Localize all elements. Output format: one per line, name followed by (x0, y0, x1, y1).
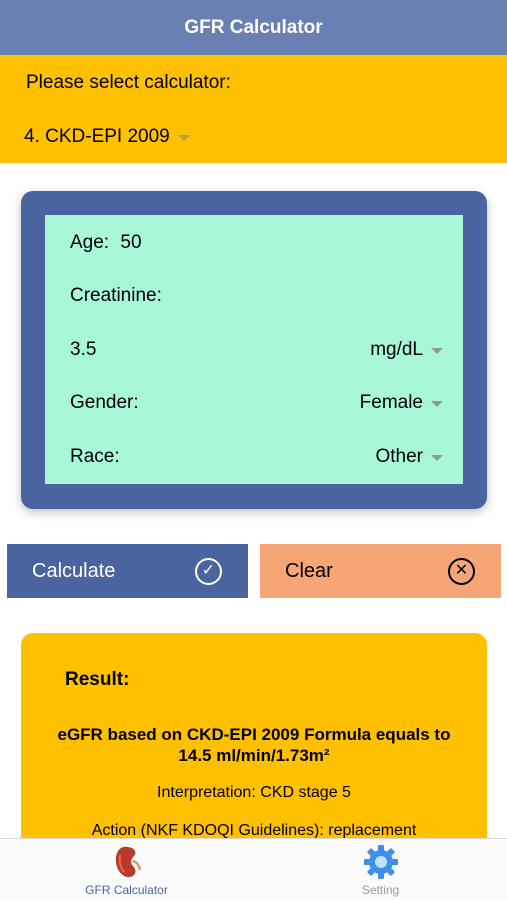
clear-button-label: Clear (285, 559, 333, 582)
tab-gfr-calculator[interactable]: GFR Calculator (0, 839, 253, 900)
tab-bar: GFR Calculator Setting (0, 838, 507, 900)
race-dropdown[interactable]: Other (375, 446, 443, 468)
gender-label: Gender: (70, 392, 139, 413)
selector-prompt: Please select calculator: (26, 72, 231, 93)
calculate-button-label: Calculate (32, 559, 116, 582)
chevron-down-icon (431, 348, 443, 354)
kidney-icon (115, 846, 141, 878)
tab-label: GFR Calculator (85, 883, 168, 897)
close-circle-icon: ✕ (448, 557, 475, 585)
gear-icon (363, 845, 398, 879)
age-row: Age: 50 (70, 228, 443, 258)
tab-label: Setting (361, 883, 400, 897)
chevron-down-icon (431, 401, 443, 407)
creatinine-input[interactable]: 3.5 (70, 339, 96, 361)
creatinine-value-row: 3.5 mg/dL (70, 335, 443, 365)
race-value: Other (375, 446, 423, 467)
gender-dropdown[interactable]: Female (360, 392, 443, 414)
check-circle-icon: ✓ (195, 557, 222, 585)
age-label: Age: (70, 232, 110, 253)
input-form: Age: 50 Creatinine: 3.5 mg/dL Gender: Fe… (45, 215, 463, 484)
gender-value: Female (359, 392, 423, 413)
unit-dropdown[interactable]: mg/dL (370, 339, 443, 361)
tab-setting[interactable]: Setting (254, 839, 507, 900)
calculator-dropdown-value: 4. CKD-EPI 2009 (24, 126, 170, 147)
race-label: Race: (70, 446, 120, 467)
app-header: GFR Calculator (0, 0, 507, 55)
calculator-dropdown[interactable]: 4. CKD-EPI 2009 (24, 126, 190, 148)
result-formula: eGFR based on CKD-EPI 2009 Formula equal… (41, 724, 467, 766)
creatinine-row: Creatinine: (70, 281, 443, 311)
result-interpretation: Interpretation: CKD stage 5 (157, 784, 351, 801)
unit-value: mg/dL (370, 339, 423, 360)
creatinine-label: Creatinine: (70, 285, 162, 306)
chevron-down-icon (431, 455, 443, 461)
input-card: Age: 50 Creatinine: 3.5 mg/dL Gender: Fe… (21, 191, 487, 509)
calculator-selector-panel: Please select calculator: 4. CKD-EPI 200… (0, 55, 507, 163)
gender-row: Gender: Female (70, 388, 443, 418)
age-input[interactable]: 50 (120, 232, 141, 253)
clear-button[interactable]: Clear ✕ (260, 544, 501, 598)
calculate-button[interactable]: Calculate ✓ (7, 544, 248, 598)
app-title: GFR Calculator (184, 16, 323, 38)
result-heading: Result: (65, 669, 130, 690)
result-panel: Result: eGFR based on CKD-EPI 2009 Formu… (21, 633, 487, 873)
result-formula-line1: eGFR based on CKD-EPI 2009 Formula equal… (57, 725, 451, 744)
race-row: Race: Other (70, 442, 443, 472)
result-formula-line2: 14.5 ml/min/1.73m² (178, 746, 330, 765)
chevron-down-icon (177, 135, 190, 141)
